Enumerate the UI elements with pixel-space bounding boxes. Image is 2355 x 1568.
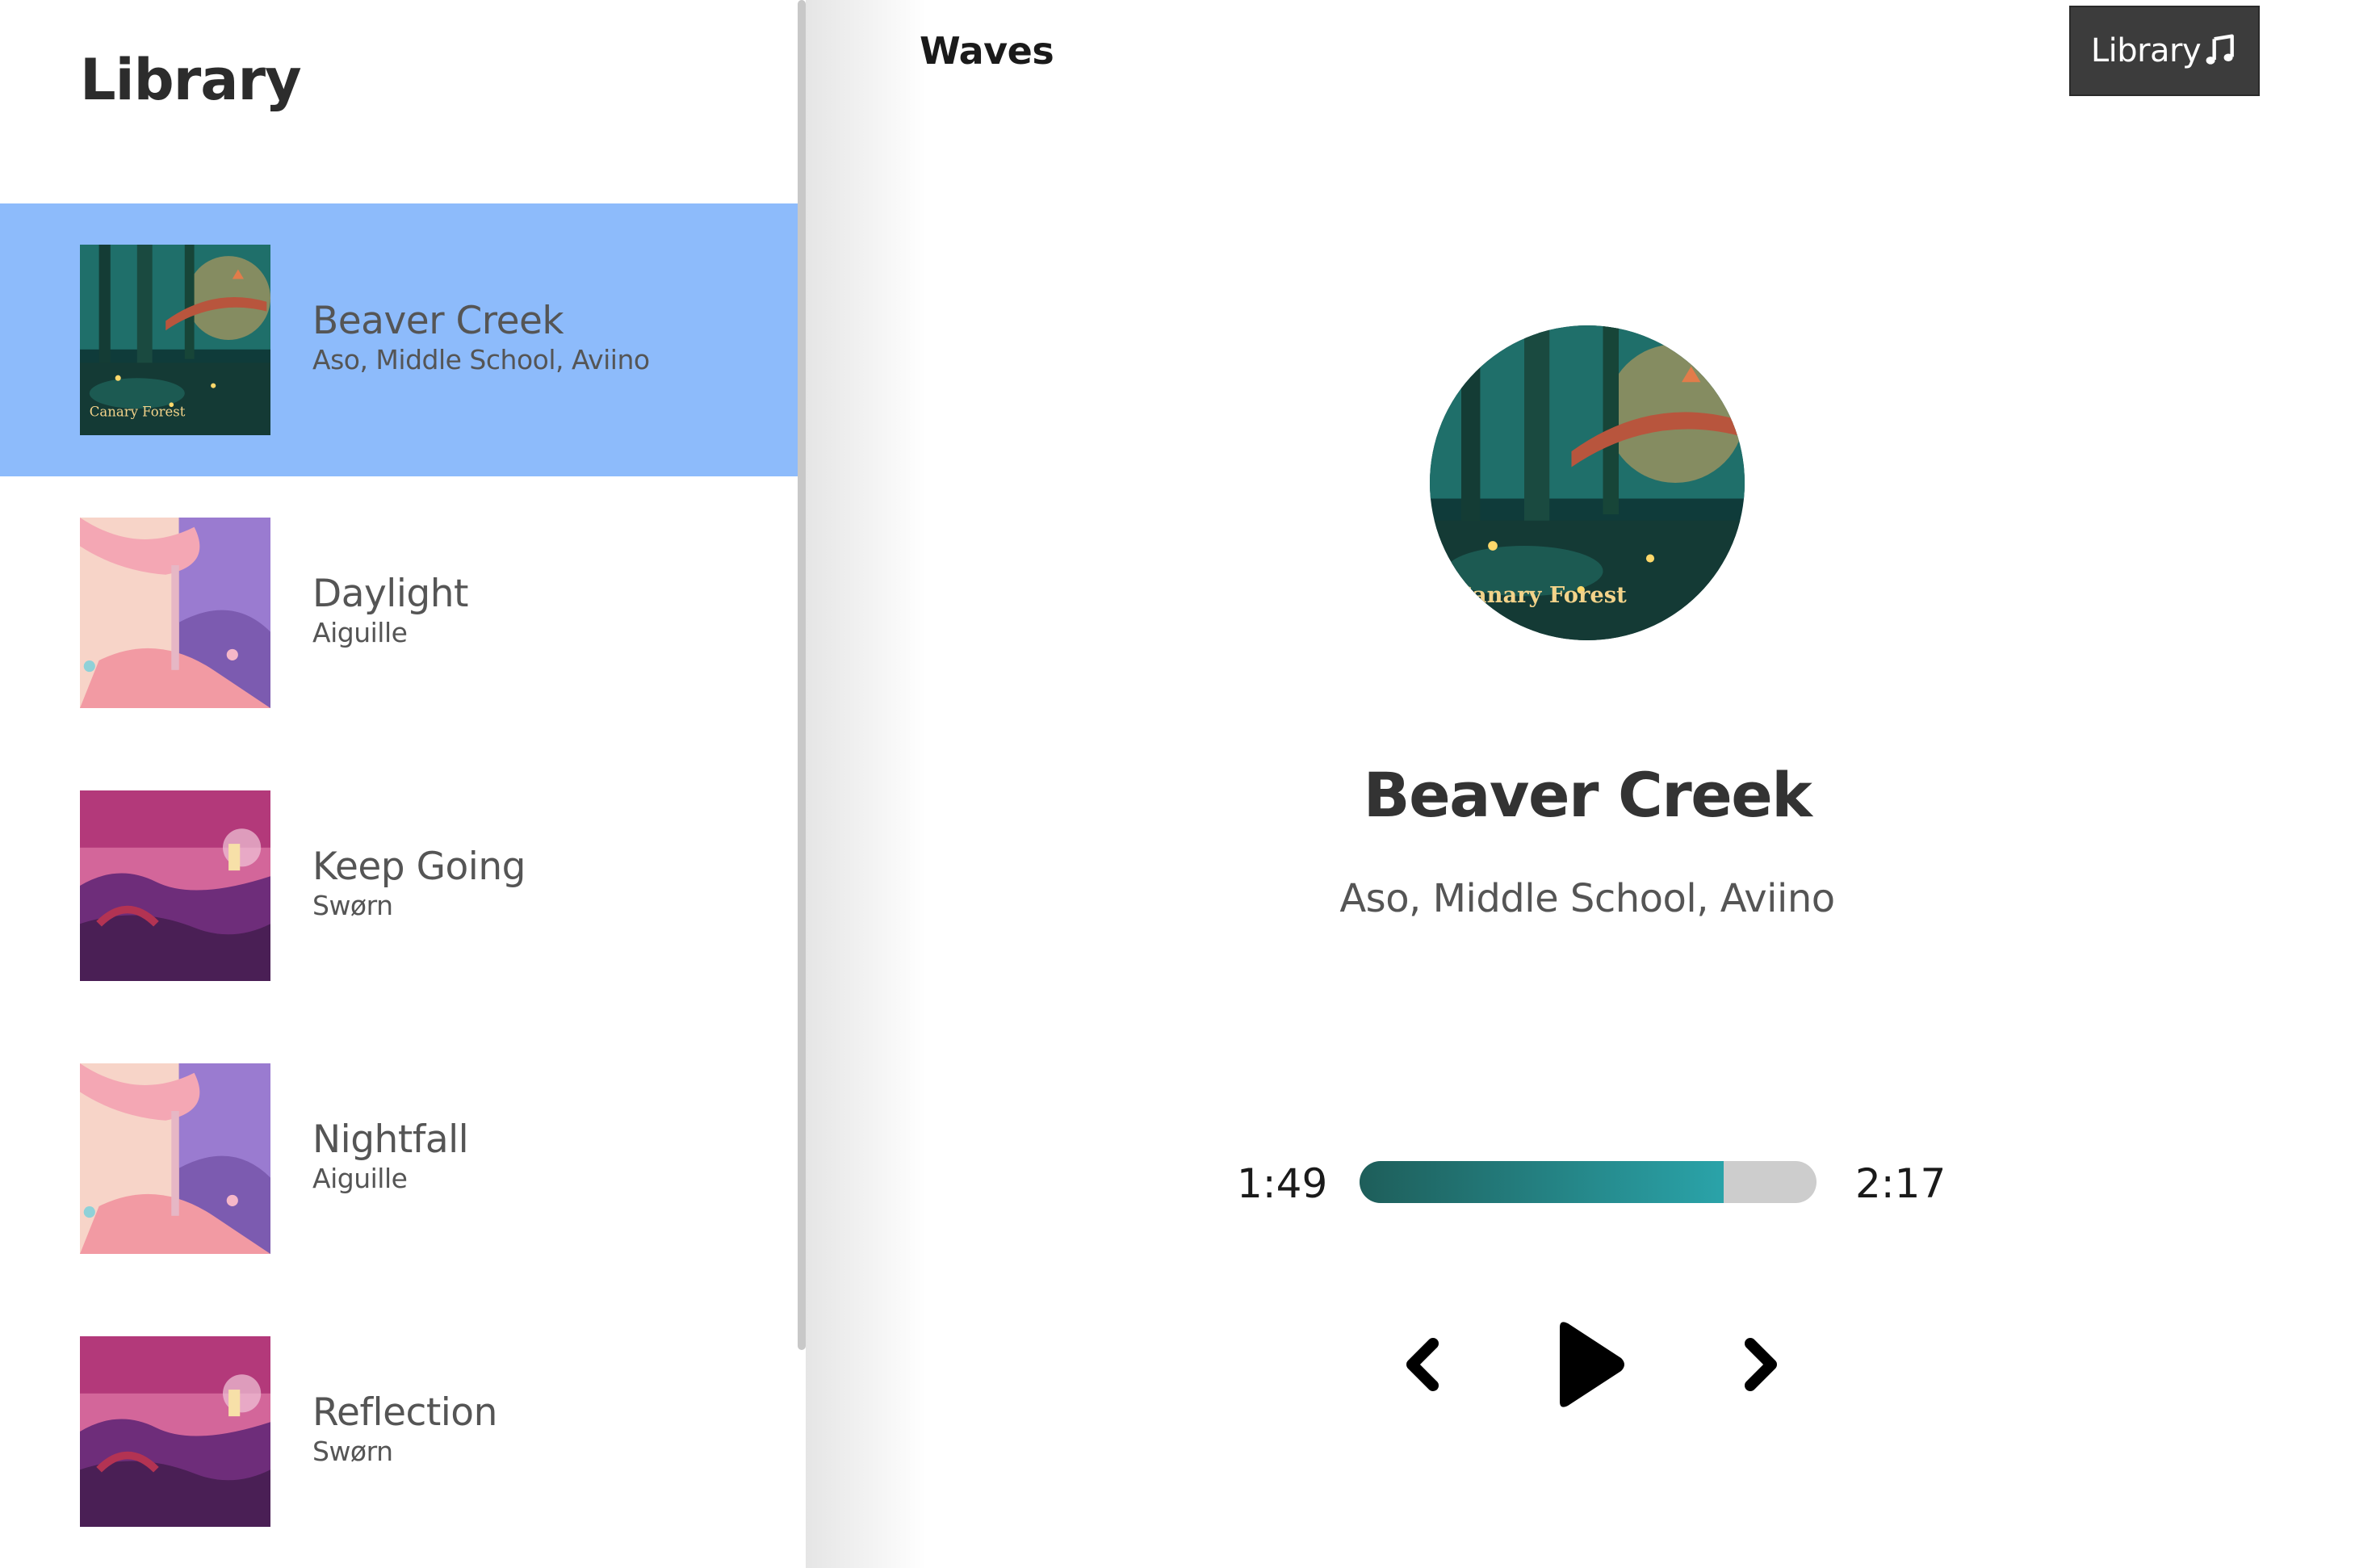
chevron-left-icon[interactable]: [1393, 1332, 1449, 1397]
album-art: [80, 1063, 270, 1254]
song-name: Daylight: [312, 572, 468, 616]
play-icon[interactable]: [1542, 1316, 1631, 1413]
album-art: [80, 790, 270, 981]
song-artist: Aiguille: [312, 1163, 408, 1194]
song-item-reflection[interactable]: Reflection Swørn: [0, 1295, 799, 1568]
library-shadow: [806, 0, 927, 1568]
app-title: Waves: [920, 29, 1054, 73]
song-info: Keep Going Swørn: [312, 845, 526, 922]
song-list: Canary Forest Beaver Creek Aso, Middle S…: [0, 203, 799, 1568]
song-artist: Swørn: [312, 1436, 393, 1467]
song-item-keep-going[interactable]: Keep Going Swørn: [0, 749, 799, 1022]
song-item-daylight[interactable]: Daylight Aiguille: [0, 476, 799, 749]
chevron-right-icon[interactable]: [1734, 1332, 1791, 1397]
library-toggle-button[interactable]: Library: [2069, 6, 2260, 96]
album-art: [80, 518, 270, 708]
song-artist: Aso, Middle School, Aviino: [312, 344, 650, 375]
song-title: Beaver Creek: [1363, 759, 1812, 831]
music-note-icon: [2202, 33, 2238, 69]
song-name: Reflection: [312, 1390, 497, 1435]
library-button-label: Library: [2090, 32, 2202, 69]
library-title: Library: [80, 47, 302, 113]
app-root: Library Canary Forest Beaver Creek Aso, …: [0, 0, 2355, 1568]
album-art: Canary Forest: [80, 245, 270, 435]
song-name: Nightfall: [312, 1117, 469, 1162]
song-name: Beaver Creek: [312, 299, 564, 343]
song-artist: Aiguille: [312, 617, 408, 648]
library-scrollbar[interactable]: [798, 0, 806, 1350]
song-info: Nightfall Aiguille: [312, 1117, 469, 1195]
song-info: Daylight Aiguille: [312, 572, 468, 649]
song-info: Reflection Swørn: [312, 1390, 497, 1468]
album-art-text: Canary Forest: [90, 404, 186, 419]
cover-text: Canary Forest: [1455, 582, 1627, 608]
progress-bar[interactable]: [1360, 1161, 1817, 1203]
progress-fill: [1360, 1161, 1724, 1203]
current-time: 1:49: [1237, 1160, 1328, 1207]
song-cover-image: Canary Forest: [1430, 325, 1745, 640]
song-artist: Swørn: [312, 890, 393, 921]
song-name: Keep Going: [312, 845, 526, 889]
library-panel: Library Canary Forest Beaver Creek Aso, …: [0, 0, 806, 1568]
album-art: [80, 1336, 270, 1527]
song-item-nightfall[interactable]: Nightfall Aiguille: [0, 1022, 799, 1295]
song-info: Beaver Creek Aso, Middle School, Aviino: [312, 299, 650, 376]
total-time: 2:17: [1855, 1160, 1946, 1207]
song-item-beaver-creek[interactable]: Canary Forest Beaver Creek Aso, Middle S…: [0, 203, 799, 476]
song-artist-main: Aso, Middle School, Aviino: [1339, 876, 1835, 921]
